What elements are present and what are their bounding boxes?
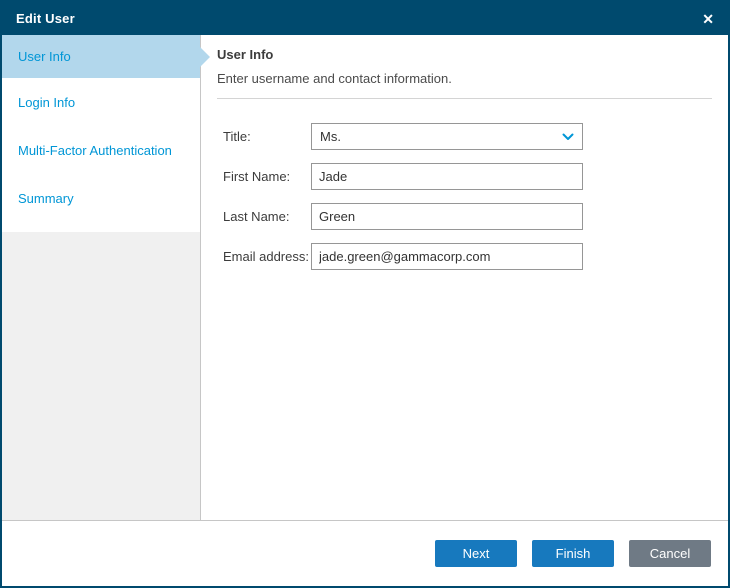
title-label: Title: (223, 129, 311, 144)
title-select[interactable]: Ms. (311, 123, 583, 150)
sidebar-item-multi-factor-authentication[interactable]: Multi-Factor Authentication (2, 126, 200, 174)
step-content: User Info Enter username and contact inf… (201, 35, 728, 520)
step-subtitle: Enter username and contact information. (217, 71, 712, 86)
finish-button[interactable]: Finish (532, 540, 614, 567)
chevron-down-icon (562, 133, 574, 141)
email-input[interactable] (311, 243, 583, 270)
wizard-steps-sidebar: User Info Login Info Multi-Factor Authen… (2, 35, 201, 520)
title-row: Title: Ms. (217, 123, 712, 150)
close-icon[interactable]: ✕ (702, 12, 714, 26)
dialog-title: Edit User (16, 11, 75, 26)
first-name-input[interactable] (311, 163, 583, 190)
last-name-row: Last Name: (217, 203, 712, 230)
cancel-button[interactable]: Cancel (629, 540, 711, 567)
sidebar-item-label: Multi-Factor Authentication (18, 143, 172, 158)
last-name-label: Last Name: (223, 209, 311, 224)
sidebar-item-label: Login Info (18, 95, 75, 110)
next-button[interactable]: Next (435, 540, 517, 567)
dialog-footer: Next Finish Cancel (2, 520, 728, 586)
sidebar-item-label: User Info (18, 49, 71, 64)
dialog-body: User Info Login Info Multi-Factor Authen… (2, 35, 728, 520)
user-info-form: Title: Ms. First Name: L (217, 123, 712, 270)
sidebar-item-user-info[interactable]: User Info (2, 35, 200, 78)
sidebar-item-summary[interactable]: Summary (2, 174, 200, 222)
first-name-row: First Name: (217, 163, 712, 190)
email-label: Email address: (223, 249, 311, 264)
step-heading: User Info (217, 47, 712, 62)
sidebar-item-login-info[interactable]: Login Info (2, 78, 200, 126)
first-name-label: First Name: (223, 169, 311, 184)
email-row: Email address: (217, 243, 712, 270)
edit-user-dialog: Edit User ✕ User Info Login Info Multi-F… (0, 0, 730, 588)
sidebar-item-label: Summary (18, 191, 74, 206)
dialog-header: Edit User ✕ (2, 2, 728, 35)
title-select-value: Ms. (320, 129, 341, 144)
last-name-input[interactable] (311, 203, 583, 230)
sidebar-filler (2, 232, 200, 520)
content-divider (217, 98, 712, 99)
